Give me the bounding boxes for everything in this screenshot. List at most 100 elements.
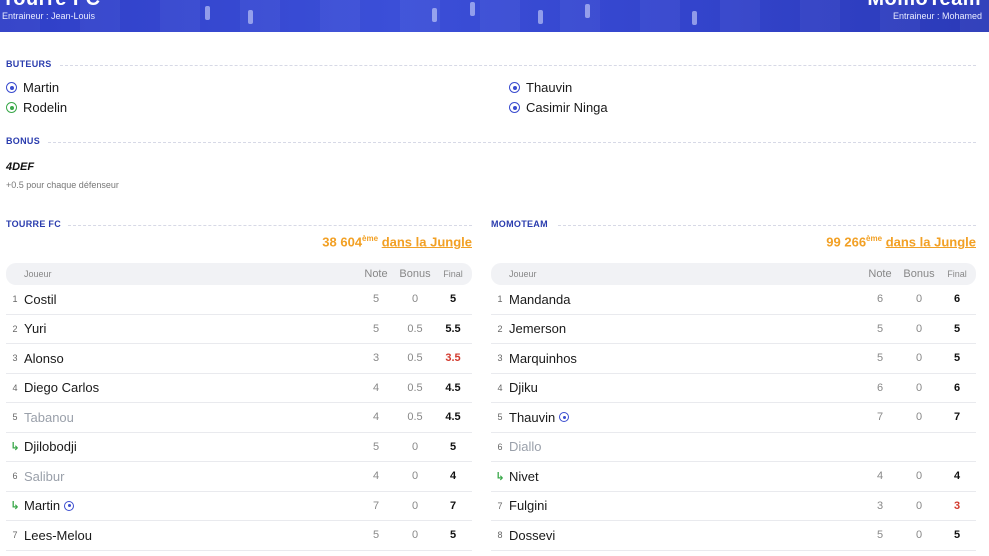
- player-note: 5: [876, 529, 884, 542]
- ball-icon: [6, 82, 17, 93]
- player-bonus: 0: [915, 529, 923, 542]
- table-row[interactable]: 1 Mandanda 6 0 6: [491, 285, 976, 315]
- player-name[interactable]: Dossevi: [509, 528, 860, 543]
- player-note: 3: [372, 352, 380, 365]
- table-row[interactable]: ↳ Martin 7 0 7: [6, 492, 472, 521]
- table-row[interactable]: 1 Costil 5 0 5: [6, 285, 472, 315]
- table-row[interactable]: 5 Tabanou 4 0.5 4.5: [6, 403, 472, 433]
- player-name[interactable]: Fulgini: [509, 498, 860, 513]
- player-name[interactable]: Marquinhos: [509, 351, 860, 366]
- table-row[interactable]: ↳ Djilobodji 5 0 5: [6, 433, 472, 462]
- player-name[interactable]: Alonso: [24, 351, 356, 366]
- player-note: 7: [372, 499, 380, 512]
- table-row[interactable]: 6 Diallo: [491, 433, 976, 462]
- player-bonus: 0: [411, 293, 419, 306]
- player-name[interactable]: Salibur: [24, 469, 356, 484]
- row-number: 7: [497, 500, 503, 511]
- col-note: Note: [868, 268, 892, 280]
- player-figure: [470, 2, 475, 16]
- away-team-coach: Entraineur : Mohamed: [892, 11, 982, 21]
- scorer-name: Casimir Ninga: [526, 100, 608, 115]
- row-number: 3: [12, 353, 18, 364]
- player-bonus: 0.5: [407, 411, 423, 424]
- player-figure: [585, 4, 590, 18]
- scorer-name: Thauvin: [526, 80, 573, 95]
- player-name[interactable]: Nivet: [509, 469, 860, 484]
- col-bonus: Bonus: [903, 268, 935, 280]
- row-number: 5: [12, 412, 18, 423]
- ball-icon: [6, 102, 17, 113]
- row-number: 3: [497, 353, 503, 364]
- player-name[interactable]: Tabanou: [24, 410, 356, 425]
- col-player: Joueur: [24, 269, 52, 279]
- player-name[interactable]: Diallo: [509, 439, 860, 454]
- away-scorer: Casimir Ninga: [509, 100, 608, 115]
- player-name[interactable]: Lees-Melou: [24, 528, 356, 543]
- row-number: 1: [12, 294, 18, 305]
- table-row[interactable]: 3 Marquinhos 5 0 5: [491, 344, 976, 374]
- home-scorer: Rodelin: [6, 100, 67, 115]
- jungle-link[interactable]: dans la Jungle: [886, 234, 976, 249]
- player-cell[interactable]: Martin: [24, 498, 356, 513]
- away-player-table: Joueur Note Bonus Final 1 Mandanda 6 0 6…: [491, 263, 976, 551]
- player-bonus: 0.5: [407, 322, 423, 335]
- table-row[interactable]: 4 Diego Carlos 4 0.5 4.5: [6, 374, 472, 403]
- home-scorer: Martin: [6, 80, 59, 95]
- player-name: Martin: [24, 498, 61, 514]
- player-figure: [205, 6, 210, 20]
- bonus-name: 4DEF: [6, 161, 35, 173]
- player-bonus: 0: [915, 499, 923, 512]
- table-row[interactable]: 4 Djiku 6 0 6: [491, 374, 976, 403]
- player-name[interactable]: Jemerson: [509, 321, 860, 336]
- row-number: 2: [497, 323, 503, 334]
- divider: [48, 142, 976, 143]
- player-bonus: 0: [915, 293, 923, 306]
- pitch-background: [0, 0, 989, 32]
- player-note: 5: [876, 352, 884, 365]
- table-row[interactable]: 7 Lees-Melou 5 0 5: [6, 521, 472, 551]
- player-name[interactable]: Yuri: [24, 321, 356, 336]
- away-scorer: Thauvin: [509, 80, 572, 95]
- player-final: 5.5: [445, 322, 461, 335]
- player-note: 4: [876, 470, 884, 483]
- player-name[interactable]: Mandanda: [509, 292, 860, 307]
- player-bonus: 0: [411, 440, 419, 453]
- substitution-icon: ↳: [10, 500, 20, 513]
- table-row[interactable]: 3 Alonso 3 0.5 3.5: [6, 344, 472, 374]
- rank-number: 38 604: [322, 234, 363, 250]
- player-final: 5: [449, 440, 457, 453]
- player-final: 4: [953, 470, 961, 483]
- table-row[interactable]: 6 Salibur 4 0 4: [6, 462, 472, 492]
- player-name[interactable]: Djiku: [509, 380, 860, 395]
- player-cell[interactable]: Thauvin: [509, 410, 860, 425]
- table-row[interactable]: 5 Thauvin 7 0 7: [491, 403, 976, 433]
- jungle-link[interactable]: dans la Jungle: [382, 234, 472, 249]
- player-note: 5: [372, 440, 380, 453]
- player-figure: [692, 11, 697, 25]
- row-number: 6: [12, 471, 18, 482]
- ball-icon: [509, 102, 520, 113]
- player-note: 6: [876, 381, 884, 394]
- scorer-name: Rodelin: [23, 100, 68, 115]
- player-final: 5: [449, 529, 457, 542]
- table-row[interactable]: 8 Dossevi 5 0 5: [491, 521, 976, 551]
- table-row[interactable]: 7 Fulgini 3 0 3: [491, 492, 976, 521]
- player-note: 5: [372, 322, 380, 335]
- player-name[interactable]: Diego Carlos: [24, 380, 356, 395]
- player-note: 7: [876, 411, 884, 424]
- player-name[interactable]: Costil: [24, 292, 356, 307]
- table-header: Joueur Note Bonus Final: [6, 263, 472, 285]
- player-name[interactable]: Djilobodji: [24, 439, 356, 454]
- table-row[interactable]: ↳ Nivet 4 0 4: [491, 462, 976, 492]
- row-number: 8: [497, 530, 503, 541]
- table-row[interactable]: 2 Jemerson 5 0 5: [491, 315, 976, 344]
- table-row[interactable]: 2 Yuri 5 0.5 5.5: [6, 315, 472, 344]
- player-bonus: 0: [915, 381, 923, 394]
- player-note: 6: [876, 293, 884, 306]
- player-final: 7: [449, 499, 457, 512]
- player-bonus: 0: [411, 529, 419, 542]
- row-number: 7: [12, 530, 18, 541]
- home-team-name: Tourre FC: [2, 0, 101, 11]
- player-final: 4.5: [445, 411, 461, 424]
- player-bonus: 0: [915, 411, 923, 424]
